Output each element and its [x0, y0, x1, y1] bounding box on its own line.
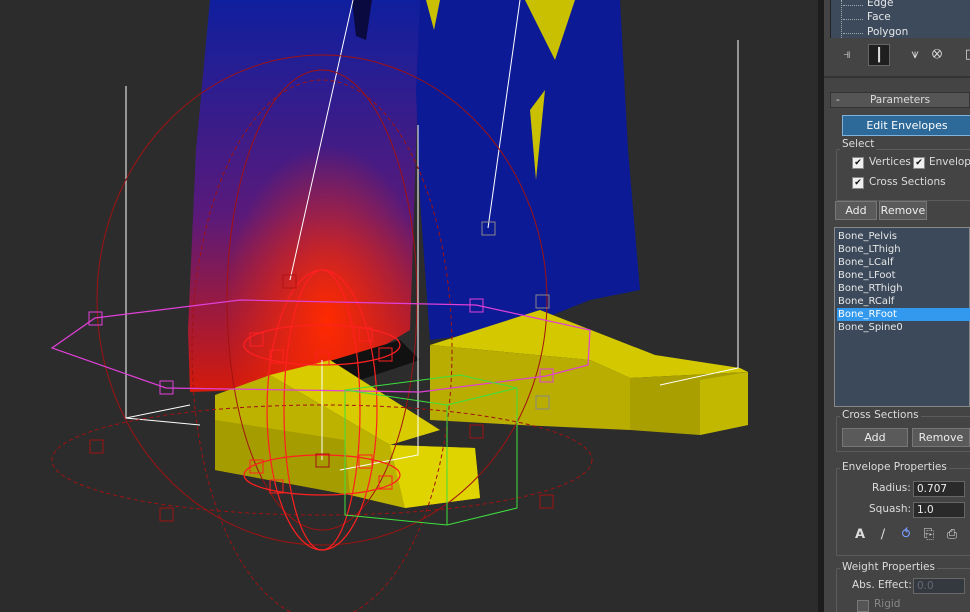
- envelope-properties-label: Envelope Properties: [840, 461, 949, 473]
- tree-branch: [843, 19, 863, 20]
- tree-item-polygon[interactable]: Polygon: [867, 26, 908, 38]
- collapse-icon[interactable]: -: [836, 93, 840, 107]
- add-bone-button[interactable]: Add: [835, 201, 877, 220]
- remove-bone-button[interactable]: Remove: [879, 201, 927, 220]
- remove-cross-section-button[interactable]: Remove: [912, 428, 970, 447]
- cross-sections-label: Cross Sections: [869, 176, 946, 188]
- cross-sections-checkbox[interactable]: ✔: [852, 177, 864, 189]
- rigid-label: Rigid: [874, 598, 901, 610]
- squash-spinner[interactable]: 1.0: [913, 502, 965, 518]
- scene-canvas[interactable]: [0, 0, 818, 612]
- radius-spinner[interactable]: 0.707: [913, 481, 965, 497]
- radius-label: Radius:: [872, 482, 911, 494]
- rigid-checkbox[interactable]: [857, 600, 869, 612]
- bone-list-item[interactable]: Bone_RThigh: [837, 282, 970, 295]
- bone-list-item[interactable]: Bone_LCalf: [837, 256, 970, 269]
- modifier-stack-toolbar: ⫣ ┃ ⩛ ⭙ □: [824, 40, 970, 68]
- make-unique-icon[interactable]: ⭙: [926, 44, 948, 66]
- sub-object-tree[interactable]: Edge Face Polygon: [830, 0, 970, 38]
- absolute-relative-icon[interactable]: 𝗔: [851, 526, 869, 544]
- abs-effect-spinner[interactable]: 0.0: [913, 578, 965, 594]
- copy-envelope-icon[interactable]: ⎘: [920, 526, 938, 544]
- parameters-title: Parameters: [869, 94, 931, 106]
- bone-list-item[interactable]: Bone_Pelvis: [837, 230, 970, 243]
- tree-branch: [843, 5, 863, 6]
- right-shoe-toe-front: [700, 372, 748, 435]
- vertices-label: Vertices: [869, 156, 911, 168]
- falloff-curve-icon[interactable]: ⥀: [897, 526, 915, 544]
- select-group-label: Select: [840, 138, 877, 150]
- remove-modifier-icon[interactable]: □: [960, 44, 970, 66]
- edit-envelopes-button[interactable]: Edit Envelopes: [842, 115, 970, 136]
- viewport-3d[interactable]: [0, 0, 818, 612]
- tree-item-edge[interactable]: Edge: [867, 0, 893, 9]
- modifier-active-icon[interactable]: ┃: [868, 44, 890, 66]
- bone-list-item[interactable]: Bone_LThigh: [837, 243, 970, 256]
- tree-item-face[interactable]: Face: [867, 11, 891, 23]
- tree-branch: [843, 33, 863, 34]
- envelopes-checkbox[interactable]: ✔: [913, 157, 925, 169]
- show-end-result-icon[interactable]: ⩛: [904, 44, 926, 66]
- abs-effect-label: Abs. Effect:: [852, 579, 912, 591]
- right-leg-mesh: [416, 0, 640, 340]
- add-cross-section-button[interactable]: Add: [842, 428, 908, 447]
- paste-envelope-icon[interactable]: ⎙: [943, 526, 961, 544]
- command-panel: Edge Face Polygon ⫣ ┃ ⩛ ⭙ □ - Parameters…: [824, 0, 970, 612]
- section-separator: [824, 76, 970, 78]
- bone-list-item-selected[interactable]: Bone_RFoot: [837, 308, 970, 321]
- bone-list-item[interactable]: Bone_LFoot: [837, 269, 970, 282]
- parameters-rollout-header[interactable]: - Parameters: [830, 92, 970, 108]
- envelopes-label: Envelop: [929, 156, 970, 168]
- vertices-checkbox[interactable]: ✔: [852, 157, 864, 169]
- envelope-visibility-icon[interactable]: ∕: [874, 526, 892, 544]
- bone-list-item[interactable]: Bone_Spine0: [837, 321, 970, 334]
- weight-properties-label: Weight Properties: [840, 561, 937, 573]
- left-shoe-toe: [390, 445, 480, 508]
- bone-list-item[interactable]: Bone_RCalf: [837, 295, 970, 308]
- bone-list[interactable]: Bone_Pelvis Bone_LThigh Bone_LCalf Bone_…: [834, 227, 970, 407]
- cross-sections-group-label: Cross Sections: [840, 409, 921, 421]
- pin-stack-icon[interactable]: ⫣: [836, 44, 858, 66]
- squash-label: Squash:: [869, 503, 912, 515]
